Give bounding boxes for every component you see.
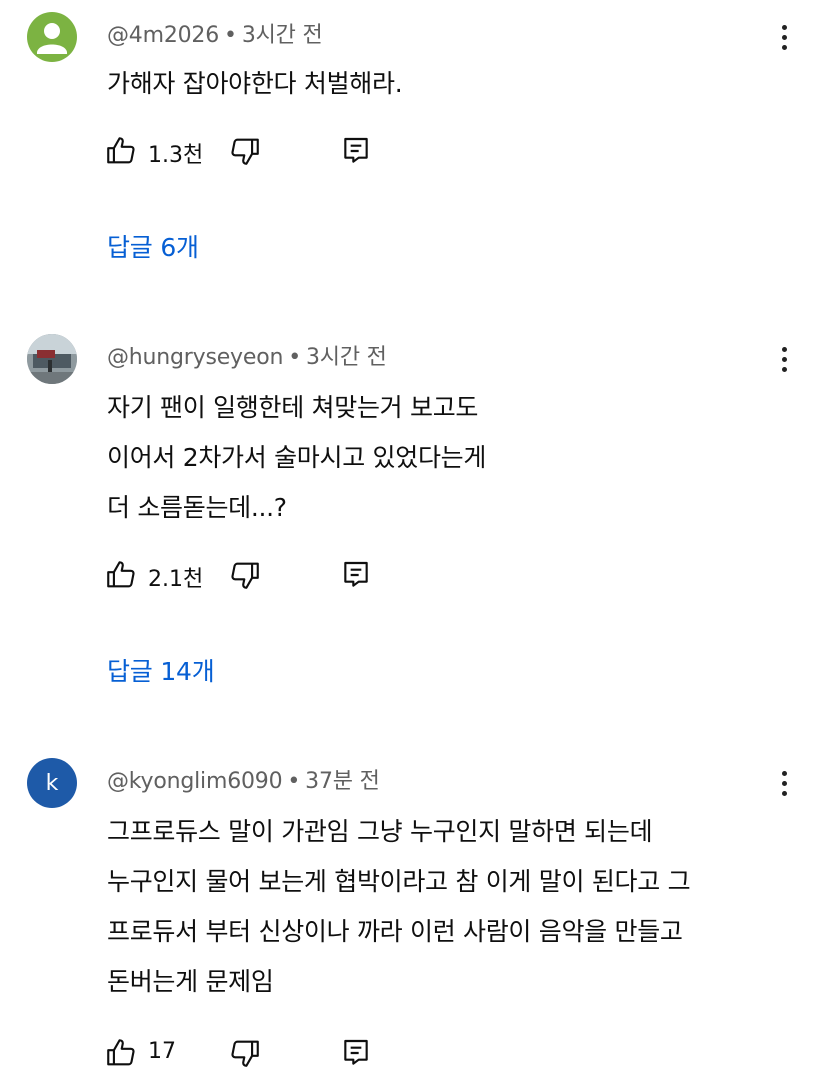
- comment-text-line: 자기 팬이 일행한테 쳐맞는거 보고도: [107, 393, 479, 422]
- default-person-icon: [37, 23, 67, 54]
- more-options-icon[interactable]: [770, 763, 798, 803]
- more-options-icon[interactable]: [770, 17, 798, 57]
- comment-time: 3시간 전: [306, 345, 387, 370]
- comment-time: 37분 전: [305, 769, 380, 794]
- reply-icon[interactable]: [340, 134, 372, 168]
- avatar-letter: k: [45, 770, 59, 796]
- avatar[interactable]: k: [27, 758, 77, 808]
- profile-photo: [27, 334, 77, 384]
- comment-actions: 1.3천: [104, 132, 424, 172]
- comment-text-line: 그프로듀스 말이 가관임 그냥 누구인지 말하면 되는데: [107, 817, 653, 846]
- author-handle[interactable]: @4m2026: [107, 23, 219, 48]
- author-handle[interactable]: @hungryseyeon: [107, 345, 283, 370]
- view-replies-button[interactable]: 답글 14개: [107, 652, 215, 688]
- comment-meta: @4m2026 • 3시간 전: [107, 17, 323, 49]
- comment-text-line: 이어서 2차가서 술마시고 있었다는게: [107, 443, 487, 472]
- avatar[interactable]: [27, 334, 77, 384]
- comment-text-line: 더 소름돋는데...?: [107, 493, 287, 522]
- more-options-icon[interactable]: [770, 339, 798, 379]
- comment-actions: 2.1천: [104, 556, 424, 596]
- reply-icon[interactable]: [340, 558, 372, 592]
- comment-actions: 17: [104, 1034, 424, 1074]
- view-replies-button[interactable]: 답글 6개: [107, 228, 199, 264]
- like-count: 1.3천: [148, 143, 204, 168]
- comment-meta: @hungryseyeon • 3시간 전: [107, 339, 387, 371]
- like-icon[interactable]: [104, 1036, 138, 1070]
- like-icon[interactable]: [104, 558, 138, 592]
- separator-dot: •: [288, 345, 301, 370]
- dislike-icon[interactable]: [228, 1036, 262, 1070]
- comment-time: 3시간 전: [241, 23, 323, 48]
- author-handle[interactable]: @kyonglim6090: [107, 769, 283, 794]
- comment-text-line: 돈버는게 문제임: [107, 967, 274, 996]
- comment-text-line: 프로듀서 부터 신상이나 까라 이런 사람이 음악을 만들고: [107, 917, 683, 946]
- like-count: 2.1천: [148, 567, 204, 592]
- separator-dot: •: [224, 23, 237, 48]
- dislike-icon[interactable]: [228, 134, 262, 168]
- like-count: 17: [148, 1039, 176, 1064]
- avatar[interactable]: [27, 12, 77, 62]
- like-icon[interactable]: [104, 134, 138, 168]
- separator-dot: •: [287, 769, 301, 794]
- comment-text-line: 누구인지 물어 보는게 협박이라고 참 이게 말이 된다고 그: [107, 867, 691, 896]
- comment-text-line: 가해자 잡아야한다 처벌해라.: [107, 69, 403, 98]
- reply-icon[interactable]: [340, 1036, 372, 1070]
- dislike-icon[interactable]: [228, 558, 262, 592]
- comment-meta: @kyonglim6090 • 37분 전: [107, 763, 380, 795]
